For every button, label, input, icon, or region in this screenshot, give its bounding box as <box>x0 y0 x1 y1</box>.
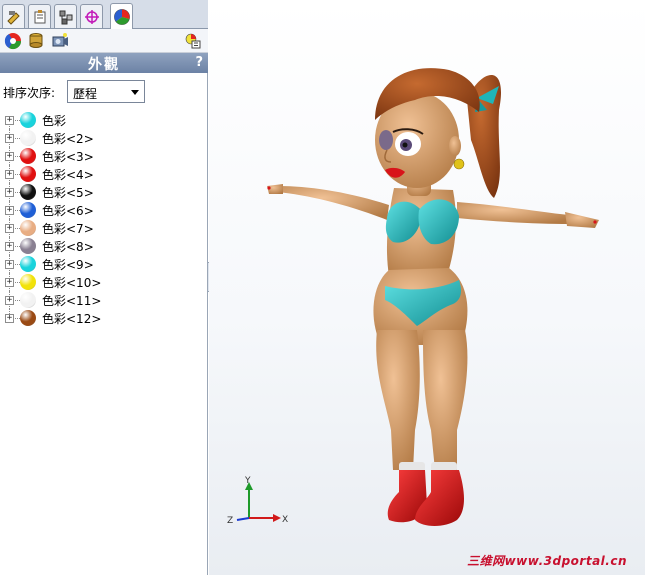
expand-plus-icon[interactable]: + <box>5 296 14 305</box>
color-swatch-icon <box>20 292 36 308</box>
expand-plus-icon[interactable]: + <box>5 206 14 215</box>
expand-plus-icon[interactable]: + <box>5 116 14 125</box>
fingernail <box>267 186 271 190</box>
appearance-item-label: 色彩<6> <box>42 204 94 218</box>
expand-plus-icon[interactable]: + <box>5 170 14 179</box>
appearance-item-label: 色彩<2> <box>42 132 94 146</box>
appearance-tree-item[interactable]: + 色彩<6> <box>0 201 208 219</box>
tab-configuration-manager[interactable] <box>54 4 77 28</box>
appearance-tree-item[interactable]: + 色彩<7> <box>0 219 208 237</box>
property-manager-icon <box>34 9 45 23</box>
appearance-sphere-icon <box>113 8 130 25</box>
appearance-tree-item[interactable]: + 色彩<12> <box>0 309 208 327</box>
scene-camera-icon <box>52 33 68 47</box>
expand-plus-icon[interactable]: + <box>5 134 14 143</box>
appearance-item-label: 色彩<9> <box>42 258 94 272</box>
color-swatch-icon <box>20 238 36 254</box>
expand-plus-icon[interactable]: + <box>5 242 14 251</box>
site-watermark: 三维网www.3dportal.cn <box>467 554 627 568</box>
appearance-item-label: 色彩<11> <box>42 294 102 308</box>
sort-order-value: 歷程 <box>73 87 98 101</box>
panel-title: 外觀 <box>88 57 120 73</box>
appearance-item-label: 色彩<8> <box>42 240 94 254</box>
color-swatch-icon <box>20 130 36 146</box>
z-axis-line <box>236 517 250 521</box>
appearance-item-label: 色彩 <box>42 114 67 128</box>
appearance-tree-item[interactable]: + 色彩<3> <box>0 147 208 165</box>
z-axis-label: Z <box>227 516 233 526</box>
appearance-item-label: 色彩<12> <box>42 312 102 326</box>
axis-triad: Y X Z <box>227 476 288 526</box>
crosshair-target-icon <box>84 9 99 24</box>
appearance-settings-icon <box>185 33 201 49</box>
feature-tree-icon <box>6 10 20 25</box>
appearance-tree-item[interactable]: + 色彩<9> <box>0 255 208 273</box>
appearance-options-button[interactable] <box>183 31 203 51</box>
right-leg <box>423 330 468 470</box>
fingernail <box>593 220 597 224</box>
sort-order-row: 排序次序: 歷程 <box>3 80 203 104</box>
color-swatch-icon <box>20 148 36 164</box>
appearance-tree-item[interactable]: + 色彩<10> <box>0 273 208 291</box>
view-decals-button[interactable] <box>26 31 46 51</box>
color-swatch-icon <box>20 256 36 272</box>
x-axis-arrow-icon <box>273 514 281 522</box>
expand-plus-icon[interactable]: + <box>5 224 14 233</box>
color-swatch-icon <box>20 202 36 218</box>
sort-order-dropdown[interactable]: 歷程 <box>67 80 145 103</box>
appearance-toolbar <box>0 29 208 53</box>
expand-plus-icon[interactable]: + <box>5 260 14 269</box>
appearance-tree-item[interactable]: + 色彩 <box>0 111 208 129</box>
color-swatch-icon <box>20 184 36 200</box>
view-appearances-button[interactable] <box>3 31 23 51</box>
expand-plus-icon[interactable]: + <box>5 314 14 323</box>
color-wheel-icon <box>4 33 22 50</box>
color-swatch-icon <box>20 166 36 182</box>
manager-tab-strip <box>0 0 208 29</box>
left-leg <box>376 330 420 470</box>
y-axis-label: Y <box>244 476 251 486</box>
expand-plus-icon[interactable]: + <box>5 188 14 197</box>
tab-feature-manager[interactable] <box>2 4 25 28</box>
right-pupil <box>402 142 408 148</box>
right-hand <box>565 212 599 228</box>
panel-titlebar: 外觀 ? <box>0 53 208 73</box>
color-swatch-icon <box>20 220 36 236</box>
appearance-item-label: 色彩<10> <box>42 276 102 290</box>
sort-order-label: 排序次序: <box>3 86 56 100</box>
stack-layers-icon <box>29 33 43 48</box>
appearance-tree-item[interactable]: + 色彩<4> <box>0 165 208 183</box>
earring <box>453 158 465 170</box>
appearance-item-label: 色彩<5> <box>42 186 94 200</box>
ear <box>449 136 461 156</box>
tab-dimxpert-manager[interactable] <box>80 4 103 28</box>
tab-property-manager[interactable] <box>28 4 51 28</box>
left-arm <box>277 186 389 220</box>
appearance-tree-item[interactable]: + 色彩<11> <box>0 291 208 309</box>
appearance-item-label: 色彩<4> <box>42 168 94 182</box>
appearance-tree-item[interactable]: + 色彩<2> <box>0 129 208 147</box>
left-eye <box>379 130 393 150</box>
configuration-manager-icon <box>59 10 72 24</box>
expand-plus-icon[interactable]: + <box>5 152 14 161</box>
view-scene-lights-button[interactable] <box>50 31 70 51</box>
tab-display-manager[interactable] <box>110 3 133 29</box>
appearance-tree: + 色彩 + 色彩<2> + 色彩<3> + 色彩<4> + 色彩<5> + 色彩<6> + 色彩<7> +… <box>0 111 208 327</box>
graphics-viewport[interactable]: Y X Z 三维网www.3dportal.cn <box>209 0 645 575</box>
expand-plus-icon[interactable]: + <box>5 278 14 287</box>
x-axis-label: X <box>282 515 288 525</box>
appearance-item-label: 色彩<7> <box>42 222 94 236</box>
right-arm <box>457 202 569 224</box>
color-swatch-icon <box>20 112 36 128</box>
color-swatch-icon <box>20 310 36 326</box>
appearance-tree-item[interactable]: + 色彩<5> <box>0 183 208 201</box>
chevron-down-icon <box>131 90 139 95</box>
appearance-item-label: 色彩<3> <box>42 150 94 164</box>
help-button[interactable]: ? <box>195 55 203 70</box>
appearance-manager-panel: 外觀 ? 排序次序: 歷程 + 色彩 + 色彩<2> + 色彩<3> + 色彩<4> + 色彩<5… <box>0 0 208 575</box>
color-swatch-icon <box>20 274 36 290</box>
appearance-tree-item[interactable]: + 色彩<8> <box>0 237 208 255</box>
